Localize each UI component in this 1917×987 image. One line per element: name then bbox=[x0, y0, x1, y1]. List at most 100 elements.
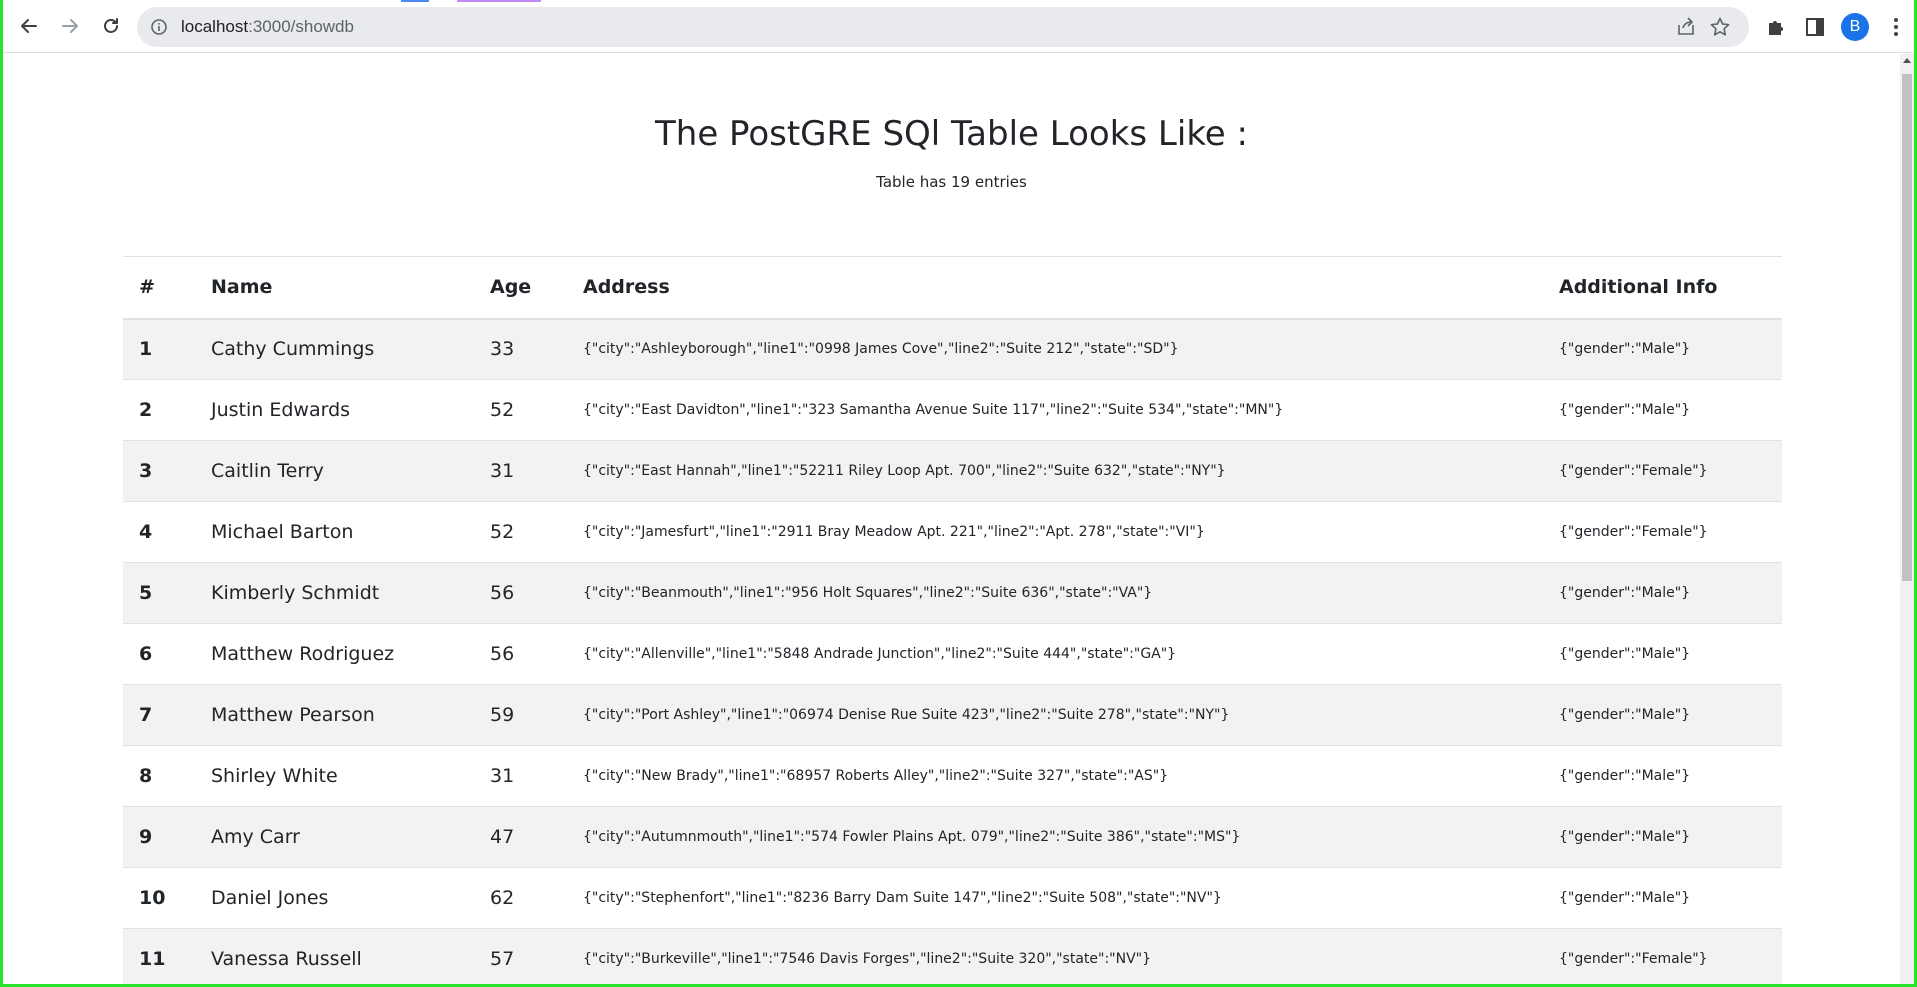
cell-address: {"city":"Jamesfurt","line1":"2911 Bray M… bbox=[567, 501, 1543, 563]
cell-age: 31 bbox=[474, 745, 567, 807]
table-row: 1 Cathy Cummings 33 {"city":"Ashleyborou… bbox=[123, 318, 1782, 380]
tab-color-indicator bbox=[401, 0, 429, 2]
header-address: Address bbox=[567, 256, 1543, 320]
cell-num: 3 bbox=[123, 440, 195, 502]
tab-strip-hint bbox=[401, 0, 541, 2]
cell-name: Daniel Jones bbox=[195, 867, 474, 929]
share-icon[interactable] bbox=[1675, 16, 1697, 38]
cell-address: {"city":"East Davidton","line1":"323 Sam… bbox=[567, 379, 1543, 441]
cell-info: {"gender":"Male"} bbox=[1543, 684, 1782, 746]
table-row: 7 Matthew Pearson 59 {"city":"Port Ashle… bbox=[123, 684, 1782, 746]
table-row: 8 Shirley White 31 {"city":"New Brady","… bbox=[123, 745, 1782, 807]
page-content: The PostGRE SQl Table Looks Like : Table… bbox=[3, 54, 1900, 984]
cell-name: Michael Barton bbox=[195, 501, 474, 563]
scroll-up-arrow-icon[interactable] bbox=[1903, 58, 1911, 63]
header-name: Name bbox=[195, 256, 474, 320]
cell-age: 52 bbox=[474, 501, 567, 563]
url-host: localhost bbox=[181, 17, 249, 36]
cell-num: 1 bbox=[123, 318, 195, 380]
data-table: # Name Age Address Additional Info 1 Cat… bbox=[123, 256, 1782, 984]
reload-button[interactable] bbox=[94, 9, 128, 43]
cell-num: 2 bbox=[123, 379, 195, 441]
cell-age: 56 bbox=[474, 623, 567, 685]
page-title: The PostGRE SQl Table Looks Like : bbox=[655, 114, 1248, 154]
address-bar[interactable]: localhost:3000/showdb bbox=[137, 7, 1749, 47]
table-row: 9 Amy Carr 47 {"city":"Autumnmouth","lin… bbox=[123, 806, 1782, 868]
cell-age: 57 bbox=[474, 928, 567, 984]
kebab-menu-icon[interactable] bbox=[1886, 16, 1906, 38]
cell-age: 31 bbox=[474, 440, 567, 502]
cell-address: {"city":"Autumnmouth","line1":"574 Fowle… bbox=[567, 806, 1543, 868]
url-text[interactable]: localhost:3000/showdb bbox=[181, 17, 354, 37]
table-header-row: # Name Age Address Additional Info bbox=[123, 256, 1782, 320]
cell-address: {"city":"New Brady","line1":"68957 Rober… bbox=[567, 745, 1543, 807]
browser-toolbar: localhost:3000/showdb B bbox=[3, 0, 1914, 53]
cell-age: 59 bbox=[474, 684, 567, 746]
table-row: 11 Vanessa Russell 57 {"city":"Burkevill… bbox=[123, 928, 1782, 984]
cell-num: 10 bbox=[123, 867, 195, 929]
table-row: 3 Caitlin Terry 31 {"city":"East Hannah"… bbox=[123, 440, 1782, 502]
info-icon[interactable] bbox=[150, 18, 168, 36]
cell-num: 7 bbox=[123, 684, 195, 746]
cell-age: 47 bbox=[474, 806, 567, 868]
cell-num: 5 bbox=[123, 562, 195, 624]
forward-button[interactable] bbox=[53, 9, 87, 43]
cell-info: {"gender":"Male"} bbox=[1543, 745, 1782, 807]
reload-icon bbox=[104, 18, 118, 33]
cell-name: Kimberly Schmidt bbox=[195, 562, 474, 624]
cell-info: {"gender":"Male"} bbox=[1543, 318, 1782, 380]
cell-address: {"city":"Allenville","line1":"5848 Andra… bbox=[567, 623, 1543, 685]
cell-num: 9 bbox=[123, 806, 195, 868]
cell-info: {"gender":"Male"} bbox=[1543, 379, 1782, 441]
cell-info: {"gender":"Male"} bbox=[1543, 623, 1782, 685]
cell-age: 33 bbox=[474, 318, 567, 380]
cell-age: 56 bbox=[474, 562, 567, 624]
table-row: 5 Kimberly Schmidt 56 {"city":"Beanmouth… bbox=[123, 562, 1782, 624]
tab-color-indicator bbox=[457, 0, 541, 2]
cell-name: Amy Carr bbox=[195, 806, 474, 868]
vertical-scrollbar[interactable] bbox=[1900, 54, 1914, 984]
cell-name: Cathy Cummings bbox=[195, 318, 474, 380]
cell-name: Vanessa Russell bbox=[195, 928, 474, 984]
cell-address: {"city":"Burkeville","line1":"7546 Davis… bbox=[567, 928, 1543, 984]
table-row: 6 Matthew Rodriguez 56 {"city":"Allenvil… bbox=[123, 623, 1782, 685]
cell-info: {"gender":"Male"} bbox=[1543, 562, 1782, 624]
cell-info: {"gender":"Female"} bbox=[1543, 440, 1782, 502]
cell-info: {"gender":"Male"} bbox=[1543, 806, 1782, 868]
side-panel-icon[interactable] bbox=[1804, 16, 1826, 38]
forward-arrow-icon bbox=[62, 19, 78, 33]
back-button[interactable] bbox=[12, 9, 46, 43]
cell-address: {"city":"East Hannah","line1":"52211 Ril… bbox=[567, 440, 1543, 502]
star-icon[interactable] bbox=[1709, 16, 1731, 38]
cell-address: {"city":"Port Ashley","line1":"06974 Den… bbox=[567, 684, 1543, 746]
cell-num: 4 bbox=[123, 501, 195, 563]
cell-num: 6 bbox=[123, 623, 195, 685]
cell-name: Justin Edwards bbox=[195, 379, 474, 441]
cell-info: {"gender":"Female"} bbox=[1543, 928, 1782, 984]
avatar[interactable]: B bbox=[1841, 13, 1869, 41]
header-info: Additional Info bbox=[1543, 256, 1782, 320]
back-arrow-icon bbox=[21, 19, 37, 33]
cell-name: Matthew Rodriguez bbox=[195, 623, 474, 685]
cell-num: 11 bbox=[123, 928, 195, 984]
cell-address: {"city":"Stephenfort","line1":"8236 Barr… bbox=[567, 867, 1543, 929]
entry-count: Table has 19 entries bbox=[876, 173, 1027, 191]
header-num: # bbox=[123, 256, 195, 320]
table-row: 10 Daniel Jones 62 {"city":"Stephenfort"… bbox=[123, 867, 1782, 929]
header-age: Age bbox=[474, 256, 567, 320]
table-row: 2 Justin Edwards 52 {"city":"East Davidt… bbox=[123, 379, 1782, 441]
cell-name: Caitlin Terry bbox=[195, 440, 474, 502]
url-path: :3000/showdb bbox=[248, 17, 354, 36]
cell-address: {"city":"Ashleyborough","line1":"0998 Ja… bbox=[567, 318, 1543, 380]
scrollbar-thumb[interactable] bbox=[1902, 74, 1912, 581]
puzzle-icon[interactable] bbox=[1765, 16, 1787, 38]
cell-age: 62 bbox=[474, 867, 567, 929]
cell-name: Shirley White bbox=[195, 745, 474, 807]
cell-name: Matthew Pearson bbox=[195, 684, 474, 746]
cell-info: {"gender":"Female"} bbox=[1543, 501, 1782, 563]
table-row: 4 Michael Barton 52 {"city":"Jamesfurt",… bbox=[123, 501, 1782, 563]
cell-address: {"city":"Beanmouth","line1":"956 Holt Sq… bbox=[567, 562, 1543, 624]
cell-info: {"gender":"Male"} bbox=[1543, 867, 1782, 929]
cell-age: 52 bbox=[474, 379, 567, 441]
cell-num: 8 bbox=[123, 745, 195, 807]
